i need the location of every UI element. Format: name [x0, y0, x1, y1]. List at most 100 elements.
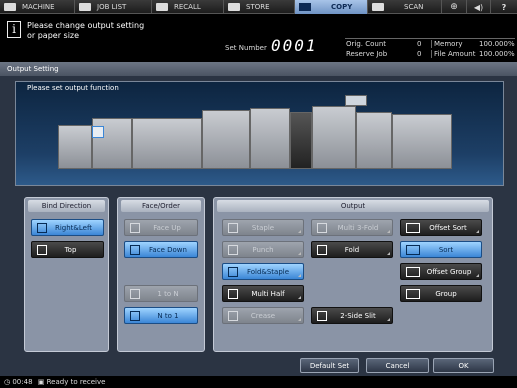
status-bar: ◷ 00:48 ▣ Ready to receive [0, 376, 517, 388]
machine-icon [4, 3, 16, 11]
tab-recall[interactable]: RECALL [152, 0, 224, 14]
tray-indicator-icon [92, 126, 104, 138]
multi-half-icon [228, 289, 238, 299]
group-icon [406, 289, 420, 299]
info-icon: i [7, 21, 21, 38]
tab-recall-label: RECALL [174, 3, 201, 11]
multi-half-label: Multi Half [251, 289, 285, 298]
orig-count-label: Orig. Count [346, 40, 387, 48]
status-text: Ready to receive [46, 378, 106, 386]
memory-label: Memory [431, 40, 462, 48]
help-icon: ? [501, 2, 507, 12]
offset-group-label: Offset Group [426, 267, 472, 276]
status-time: 00:48 [12, 378, 33, 386]
face-up-button[interactable]: Face Up [124, 219, 198, 236]
reserve-job-value: 0 [417, 50, 422, 58]
cancel-button[interactable]: Cancel [366, 358, 429, 373]
memory-value: 100.000% [479, 40, 515, 48]
machine-unit-4 [202, 110, 250, 169]
group-label: Group [435, 289, 457, 298]
fold-label: Fold [344, 245, 360, 254]
one-to-n-button[interactable]: 1 to N [124, 285, 198, 302]
tab-machine[interactable]: MACHINE [0, 0, 75, 14]
face-order-header: Face/Order [121, 200, 201, 212]
top-tab-bar: MACHINE JOB LIST RECALL STORE COPY SCAN … [0, 0, 517, 14]
tab-globe[interactable]: ⊕ [442, 0, 467, 14]
staple-button[interactable]: Staple [222, 219, 304, 236]
n-to-one-button[interactable]: N to 1 [124, 307, 198, 324]
file-amount-label: File Amount [431, 50, 475, 58]
staple-icon [228, 223, 238, 233]
status-message: Please change output setting or paper si… [27, 21, 207, 41]
group-button[interactable]: Group [400, 285, 482, 302]
machine-unit-3 [132, 118, 202, 169]
right-left-icon [37, 223, 47, 233]
printer-icon: ▣ [37, 378, 45, 386]
multi-3fold-icon [317, 223, 327, 233]
instruction-text: Please set output function [27, 84, 119, 92]
fold-settings-corner [387, 252, 390, 255]
top-button[interactable]: Top [31, 241, 104, 258]
top-bind-icon [37, 245, 47, 255]
tab-help[interactable]: ? [491, 0, 517, 14]
punch-label: Punch [252, 245, 274, 254]
multi-half-button[interactable]: Multi Half [222, 285, 304, 302]
two-side-slit-label: 2-Side Slit [340, 311, 376, 320]
machine-unit-9 [392, 114, 452, 169]
top-label: Top [64, 245, 77, 254]
tab-store[interactable]: STORE [224, 0, 295, 14]
machine-unit-5 [250, 108, 290, 169]
recall-icon [156, 3, 168, 11]
fold-icon [317, 245, 327, 255]
tab-job-list[interactable]: JOB LIST [75, 0, 152, 14]
multi-3fold-label: Multi 3-Fold [337, 223, 379, 232]
volume-icon: ◀) [473, 2, 484, 12]
one-to-n-icon [130, 289, 140, 299]
file-amount-value: 100.000% [479, 50, 515, 58]
offset-sort-button[interactable]: Offset Sort [400, 219, 482, 236]
punch-icon [228, 245, 238, 255]
n-to-one-label: N to 1 [157, 311, 179, 320]
offset-sort-settings-corner [476, 230, 479, 233]
punch-settings-corner [298, 252, 301, 255]
machine-unit-7 [312, 106, 356, 169]
offset-sort-icon [406, 223, 420, 233]
multi-3fold-button[interactable]: Multi 3-Fold [311, 219, 393, 236]
staple-label: Staple [251, 223, 275, 232]
status-grid: Orig. Count 0 Memory 100.000% Reserve Jo… [345, 38, 515, 60]
crease-button[interactable]: Crease [222, 307, 304, 324]
face-up-label: Face Up [153, 223, 181, 232]
machine-unit-1 [58, 125, 92, 169]
punch-button[interactable]: Punch [222, 241, 304, 258]
copy-icon [299, 3, 311, 11]
face-down-label: Face Down [149, 245, 187, 254]
default-set-button[interactable]: Default Set [300, 358, 359, 373]
sort-button[interactable]: Sort [400, 241, 482, 258]
crease-settings-corner [298, 318, 301, 321]
one-to-n-label: 1 to N [157, 289, 179, 298]
set-number-value: 0001 [271, 36, 318, 55]
right-left-button[interactable]: Right&Left [31, 219, 104, 236]
offset-sort-label: Offset Sort [429, 223, 467, 232]
fold-staple-button[interactable]: Fold&Staple [222, 263, 304, 280]
offset-group-button[interactable]: Offset Group [400, 263, 482, 280]
tab-volume[interactable]: ◀) [467, 0, 491, 14]
two-side-slit-button[interactable]: 2-Side Slit [311, 307, 393, 324]
machine-unit-6 [290, 112, 312, 169]
tab-copy-label: COPY [331, 3, 353, 11]
crease-icon [228, 311, 238, 321]
ok-button[interactable]: OK [433, 358, 494, 373]
fold-button[interactable]: Fold [311, 241, 393, 258]
tab-copy[interactable]: COPY [295, 0, 368, 14]
tab-scan[interactable]: SCAN [368, 0, 442, 14]
offset-group-settings-corner [476, 274, 479, 277]
face-down-button[interactable]: Face Down [124, 241, 198, 258]
tab-job-list-label: JOB LIST [97, 3, 127, 11]
staple-settings-corner [298, 230, 301, 233]
fold-staple-settings-corner [298, 274, 301, 277]
multi-3fold-settings-corner [387, 230, 390, 233]
multi-half-settings-corner [298, 296, 301, 299]
fold-staple-icon [228, 267, 238, 277]
message-line-2: or paper size [27, 31, 80, 40]
clock-icon: ◷ [4, 378, 11, 386]
